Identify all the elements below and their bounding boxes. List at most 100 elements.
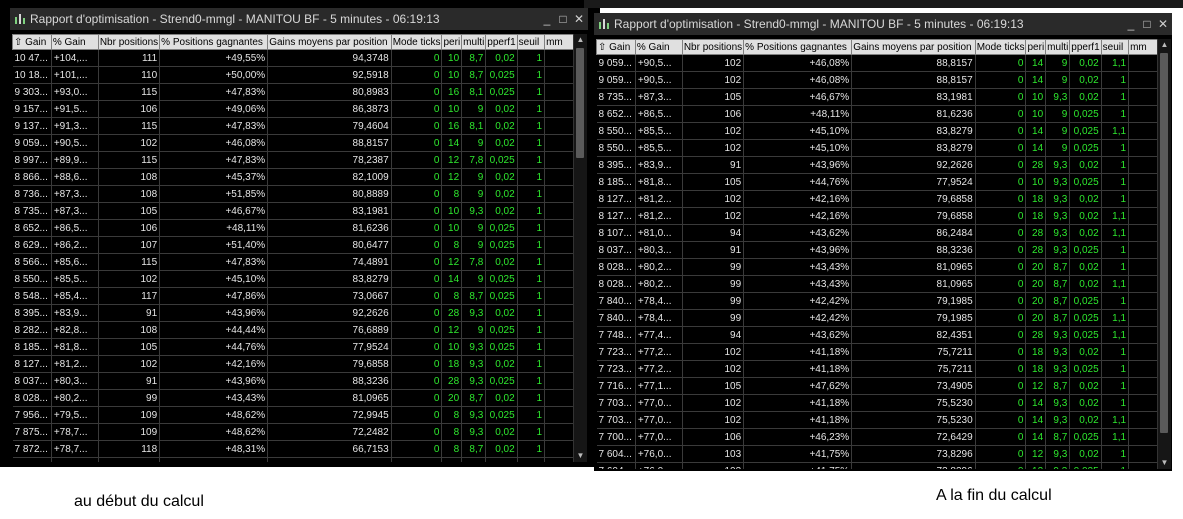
table-row[interactable]: 8 107... +81,0... 94 +43,62% 86,2484 0 28 9,3 0,… [596, 224, 1158, 242]
table-row[interactable]: 8 127... +81,2... 102 +42,16% 79,6858 0 18 9,3 0… [596, 207, 1158, 225]
col-gains-moyens-header[interactable]: Gains moyens par position [267, 34, 392, 50]
table-row[interactable]: 7 604...+76,0...103+41,75%73,82960129,30… [596, 445, 1158, 463]
vertical-scrollbar[interactable]: ▲ ▼ [573, 34, 587, 462]
vertical-scrollbar[interactable]: ▲ ▼ [1157, 39, 1171, 469]
table-row[interactable]: 8 127... +81,2... 102 +42,16% 79,6858 0 18 9,3 0… [596, 190, 1158, 208]
table-row[interactable]: 7 723... +77,2... 102 +41,18% 75,7211 0 18 9,3 0… [596, 360, 1158, 378]
close-button[interactable]: ✕ [572, 8, 586, 30]
col-mm-cell [544, 219, 574, 237]
col-mode-ticks-header[interactable]: Mode ticks [974, 39, 1027, 55]
col-mode-ticks-cell: 0 [391, 134, 443, 152]
col-gain-cell: 8 127... [12, 355, 52, 373]
table-row[interactable]: 8 028... +80,2... 99 +43,43% 81,0965 0 20 8,7 0,… [596, 275, 1158, 293]
table-row[interactable]: 7 716... +77,1... 105 +47,62% 73,4905 0 12 8,7 0… [596, 377, 1158, 395]
table-row[interactable]: 7 723... +77,2... 102 +41,18% 75,7211 0 18 9,3 0… [596, 343, 1158, 361]
col-multi-header[interactable]: multi [1045, 39, 1071, 55]
table-row[interactable]: 8 185... +81,8... 105 +44,76% 77,9524 0 10 9,3 0… [12, 338, 574, 356]
table-row[interactable]: 9 059... +90,5... 102 +46,08% 88,8157 0 14 9 0,0… [596, 71, 1158, 89]
col-nbr-positions-header[interactable]: Nbr positions [97, 34, 161, 50]
col-pct-positions-gagnantes-header[interactable]: % Positions gagnantes [159, 34, 269, 50]
table-row[interactable]: 7 604...+76,0...103+41,75%73,82960129,30… [596, 462, 1158, 469]
table-row[interactable]: 8 282... +82,8... 108 +44,44% 76,6889 0 12 9 0,0… [12, 321, 574, 339]
table-row[interactable]: 8 550... +85,5... 102 +45,10% 83,8279 0 14 9 0,0… [596, 122, 1158, 140]
table-row[interactable]: 7 875... +78,7... 109 +48,62% 72,2482 0 8 9,3 0,… [12, 423, 574, 441]
table-row[interactable]: 8 866... +88,6... 108 +45,37% 82,1009 0 12 9 0,0… [12, 168, 574, 186]
col-pperf1-header[interactable]: pperf1 [1069, 39, 1102, 55]
table-row[interactable]: 7 703... +77,0... 102 +41,18% 75,5230 0 14 9,3 0… [596, 394, 1158, 412]
col-nbr-positions-header[interactable]: Nbr positions [681, 39, 745, 55]
col-mm-header[interactable]: mm [544, 34, 574, 50]
close-button[interactable]: ✕ [1156, 13, 1170, 35]
table-row[interactable]: 8 037... +80,3... 91 +43,96% 88,3236 0 28 9,3 0,… [12, 372, 574, 390]
table-row[interactable]: 8 548... +85,4... 117 +47,86% 73,0667 0 8 8,7 0,… [12, 287, 574, 305]
minimize-button[interactable]: _ [1124, 13, 1138, 35]
window-titlebar[interactable]: Rapport d'optimisation - Strend0-mmgl - … [10, 8, 588, 30]
scroll-down-arrow-icon[interactable]: ▼ [574, 450, 587, 462]
col-multi-cell: 9,3 [1045, 173, 1071, 191]
window-titlebar[interactable]: Rapport d'optimisation - Strend0-mmgl - … [594, 13, 1172, 35]
col-mm-header[interactable]: mm [1128, 39, 1158, 55]
table-row[interactable]: 7 956... +79,5... 109 +48,62% 72,9945 0 8 9,3 0,… [12, 406, 574, 424]
minimize-button[interactable]: _ [540, 8, 554, 30]
scrollbar-thumb[interactable] [1160, 53, 1168, 433]
col-gains-moyens-cell: 77,9524 [267, 338, 392, 356]
table-row[interactable]: 10 18... +101,... 110 +50,00% 92,5918 0 10 8,7 0… [12, 66, 574, 84]
maximize-button[interactable]: □ [1140, 13, 1154, 35]
table-row[interactable]: 8 028... +80,2... 99 +43,43% 81,0965 0 20 8,7 0,… [596, 258, 1158, 276]
table-row[interactable]: 8 652... +86,5... 106 +48,11% 81,6236 0 10 9 0,0… [596, 105, 1158, 123]
scroll-up-arrow-icon[interactable]: ▲ [1158, 39, 1171, 51]
col-pperf1-header[interactable]: pperf1 [485, 34, 518, 50]
table-row[interactable]: 7 840...+78,4...99+42,42%79,19850208,70,… [12, 457, 574, 462]
table-row[interactable]: 8 566... +85,6... 115 +47,83% 74,4891 0 12 7,8 0… [12, 253, 574, 271]
col-peri-header[interactable]: peri [1025, 39, 1047, 55]
col-gains-moyens-header[interactable]: Gains moyens par position [851, 39, 976, 55]
table-row[interactable]: 8 395... +83,9... 91 +43,96% 92,2626 0 28 9,3 0,… [12, 304, 574, 322]
table-row[interactable]: 7 703... +77,0... 102 +41,18% 75,5230 0 14 9,3 0… [596, 411, 1158, 429]
col-multi-cell: 9,3 [1045, 394, 1071, 412]
maximize-button[interactable]: □ [556, 8, 570, 30]
col-pct-gain-header[interactable]: % Gain [634, 39, 683, 55]
table-row[interactable]: 7 840...+78,4...99+42,42%79,19850208,70,… [596, 309, 1158, 327]
table-row[interactable]: 8 550... +85,5... 102 +45,10% 83,8279 0 14 9 0,0… [12, 270, 574, 288]
table-row[interactable]: 8 997... +89,9... 115 +47,83% 78,2387 0 12 7,8 0… [12, 151, 574, 169]
table-row[interactable]: 8 735... +87,3... 105 +46,67% 83,1981 0 10 9,3 0… [12, 202, 574, 220]
table-row[interactable]: 8 395... +83,9... 91 +43,96% 92,2626 0 28 9,3 0,… [596, 156, 1158, 174]
table-row[interactable]: 8 028... +80,2... 99 +43,43% 81,0965 0 20 8,7 0,… [12, 389, 574, 407]
table-row[interactable]: 9 059... +90,5... 102 +46,08% 88,8157 0 14 9 0,0… [596, 54, 1158, 72]
table-row[interactable]: 9 157... +91,5... 106 +49,06% 86,3873 0 10 9 0,0… [12, 100, 574, 118]
table-row[interactable]: 7 700... +77,0... 106 +46,23% 72,6429 0 14 8,7 0… [596, 428, 1158, 446]
col-gain-header[interactable]: ⇧ Gain [596, 39, 636, 55]
col-multi-header[interactable]: multi [461, 34, 487, 50]
table-row[interactable]: 10 47... +104,... 111 +49,55% 94,3748 0 10 8,7 0… [12, 49, 574, 67]
col-seuil-cell: 1,1 [1101, 411, 1130, 429]
col-seuil-header[interactable]: seuil [1100, 39, 1130, 55]
table-row[interactable]: 8 127... +81,2... 102 +42,16% 79,6858 0 18 9,3 0… [12, 355, 574, 373]
scroll-down-arrow-icon[interactable]: ▼ [1158, 457, 1171, 469]
col-peri-header[interactable]: peri [441, 34, 463, 50]
col-gains-moyens-cell: 74,4891 [267, 253, 392, 271]
table-row[interactable]: 7 872... +78,7... 118 +48,31% 66,7153 0 8 8,7 0,… [12, 440, 574, 458]
col-multi-cell: 9,3 [1045, 462, 1071, 469]
table-row[interactable]: 8 185... +81,8... 105 +44,76% 77,9524 0 10 9,3 0… [596, 173, 1158, 191]
col-pct-gain-header[interactable]: % Gain [50, 34, 99, 50]
col-nbr-positions-cell: 111 [98, 49, 161, 67]
table-row[interactable]: 8 629... +86,2... 107 +51,40% 80,6477 0 8 9 0,02… [12, 236, 574, 254]
table-row[interactable]: 8 652... +86,5... 106 +48,11% 81,6236 0 10 9 0,0… [12, 219, 574, 237]
table-row[interactable]: 7 840...+78,4...99+42,42%79,19850208,70,… [596, 292, 1158, 310]
col-seuil-header[interactable]: seuil [516, 34, 546, 50]
table-row[interactable]: 9 059... +90,5... 102 +46,08% 88,8157 0 14 9 0,0… [12, 134, 574, 152]
col-pct-positions-gagnantes-header[interactable]: % Positions gagnantes [743, 39, 853, 55]
col-pct-gain-cell: +87,3... [635, 88, 683, 106]
col-mm-cell [1128, 241, 1158, 259]
col-gain-header[interactable]: ⇧ Gain [12, 34, 52, 50]
scrollbar-thumb[interactable] [576, 48, 584, 158]
table-row[interactable]: 8 735... +87,3... 105 +46,67% 83,1981 0 10 9,3 0… [596, 88, 1158, 106]
table-row[interactable]: 8 736... +87,3... 108 +51,85% 80,8889 0 8 9 0,02… [12, 185, 574, 203]
col-mode-ticks-header[interactable]: Mode ticks [390, 34, 443, 50]
table-row[interactable]: 9 303... +93,0... 115 +47,83% 80,8983 0 16 8,1 0… [12, 83, 574, 101]
table-row[interactable]: 8 037... +80,3... 91 +43,96% 88,3236 0 28 9,3 0,… [596, 241, 1158, 259]
scroll-up-arrow-icon[interactable]: ▲ [574, 34, 587, 46]
table-row[interactable]: 8 550... +85,5... 102 +45,10% 83,8279 0 14 9 0,0… [596, 139, 1158, 157]
table-row[interactable]: 7 748... +77,4... 94 +43,62% 82,4351 0 28 9,3 0,… [596, 326, 1158, 344]
table-row[interactable]: 9 137... +91,3... 115 +47,83% 79,4604 0 16 8,1 0… [12, 117, 574, 135]
